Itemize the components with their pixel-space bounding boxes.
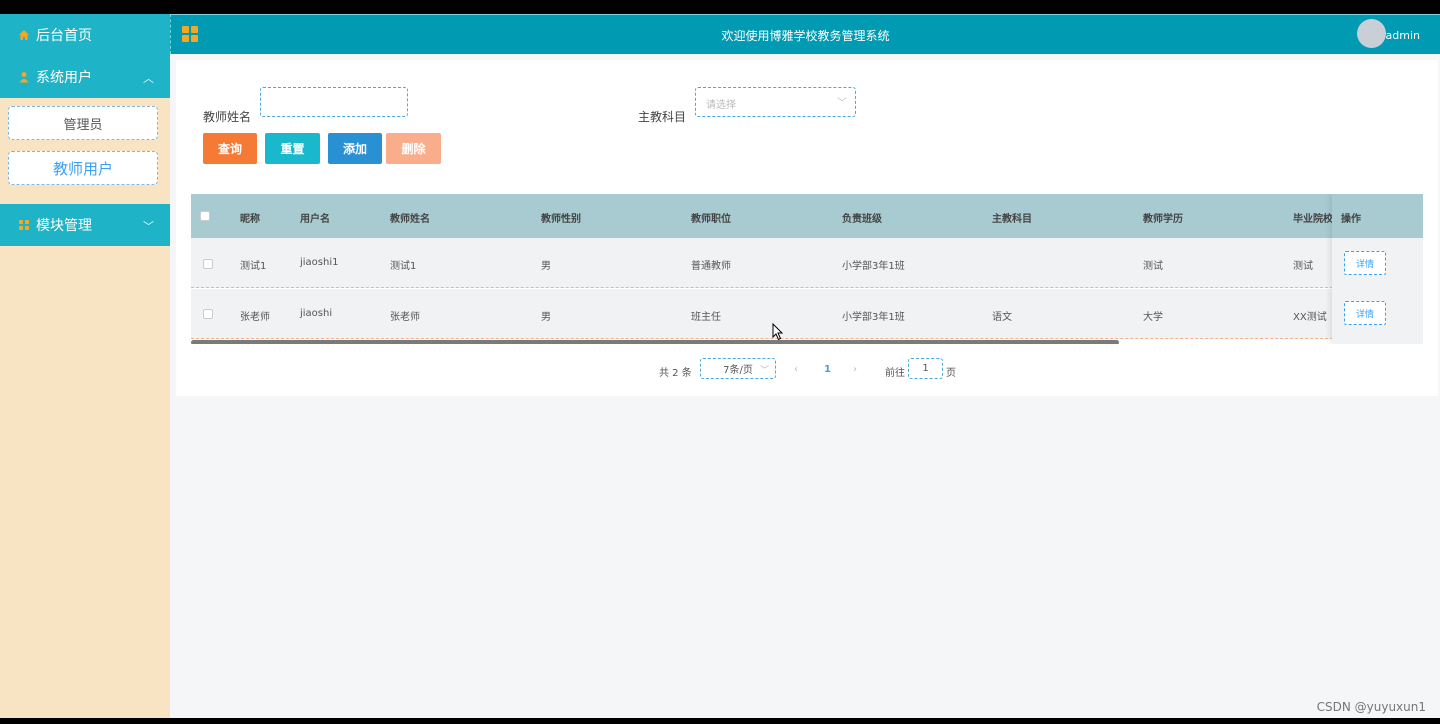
col-class[interactable]: 负责班级 <box>842 210 882 225</box>
col-gender[interactable]: 教师性别 <box>541 210 581 225</box>
col-position[interactable]: 教师职位 <box>691 210 731 225</box>
goto-page-input[interactable]: 1 <box>908 358 943 379</box>
detail-button[interactable]: 详情 <box>1344 301 1386 325</box>
page-unit-label: 页 <box>946 368 956 379</box>
col-teacher-name[interactable]: 教师姓名 <box>390 210 430 225</box>
cell-gender: 男 <box>541 312 551 323</box>
sidebar-item-admin[interactable]: 管理员 <box>8 106 158 140</box>
pagination: 共 2 条 7条/页 ﹀ ‹ 1 › 前往 1 页 <box>176 358 1438 382</box>
sidebar-item-teacher-users[interactable]: 教师用户 <box>8 151 158 185</box>
prev-page-icon[interactable]: ‹ <box>794 364 798 375</box>
total-count: 共 2 条 <box>659 368 692 379</box>
col-school[interactable]: 毕业院校 <box>1293 210 1333 225</box>
cell-school: 测试 <box>1293 261 1313 272</box>
chevron-down-icon: ﹀ <box>143 220 154 233</box>
cell-teacher-name: 张老师 <box>390 312 420 323</box>
cell-position: 普通教师 <box>691 261 731 272</box>
cell-education: 大学 <box>1143 312 1163 323</box>
row-checkbox[interactable] <box>203 259 213 269</box>
menu-home[interactable]: 后台首页 <box>0 14 170 56</box>
row-checkbox[interactable] <box>203 309 213 319</box>
cell-username: jiaoshi <box>300 308 333 319</box>
cell-nickname: 测试1 <box>240 261 267 272</box>
current-page[interactable]: 1 <box>824 364 831 375</box>
system-users-submenu: 管理员 教师用户 <box>0 98 170 204</box>
subject-label: 主教科目 <box>638 110 687 124</box>
delete-button[interactable]: 删除 <box>386 133 441 164</box>
top-bar: 欢迎使用博雅学校教务管理系统 admin <box>170 14 1440 54</box>
table-row[interactable]: 张老师 jiaoshi 张老师 男 班主任 小学部3年1班 语文 大学 XX测试 <box>191 289 1423 339</box>
col-nickname[interactable]: 昵称 <box>240 210 260 225</box>
chevron-down-icon: ﹀ <box>759 366 769 376</box>
menu-home-label: 后台首页 <box>36 28 92 44</box>
subject-placeholder: 请选择 <box>706 100 736 111</box>
col-subject[interactable]: 主教科目 <box>992 210 1032 225</box>
cell-nickname: 张老师 <box>240 312 270 323</box>
cell-education: 测试 <box>1143 261 1163 272</box>
goto-label: 前往 <box>885 368 905 379</box>
cell-subject: 语文 <box>992 312 1012 323</box>
goto-page-value: 1 <box>922 363 929 374</box>
cell-class: 小学部3年1班 <box>842 261 905 272</box>
grid-icon <box>18 219 30 231</box>
username-label[interactable]: admin <box>1386 29 1420 42</box>
col-action: 操作 <box>1341 214 1361 225</box>
horizontal-scrollbar[interactable] <box>191 340 1119 344</box>
add-button[interactable]: 添加 <box>328 133 382 164</box>
chevron-up-icon: ︿ <box>143 72 154 85</box>
app-window: 后台首页 系统用户 ︿ 管理员 教师用户 模块管理 ﹀ 欢迎使用博雅学校教务管理… <box>0 14 1440 718</box>
app-title: 欢迎使用博雅学校教务管理系统 <box>721 29 890 43</box>
cell-username: jiaoshi1 <box>300 257 339 268</box>
main-panel: 教师姓名 主教科目 请选择 ﹀ 查询 重置 添加 删除 昵称 用户名 教师姓名 … <box>176 60 1438 396</box>
teacher-name-input[interactable] <box>260 87 408 117</box>
subject-select[interactable]: 请选择 ﹀ <box>695 87 856 117</box>
reset-button[interactable]: 重置 <box>265 133 320 164</box>
select-all-checkbox[interactable] <box>200 211 210 221</box>
menu-system-users[interactable]: 系统用户 ︿ <box>0 56 170 98</box>
col-education[interactable]: 教师学历 <box>1143 210 1183 225</box>
watermark: CSDN @yuyuxun1 <box>1316 700 1426 714</box>
chevron-down-icon: ﹀ <box>837 98 847 109</box>
avatar[interactable] <box>1357 19 1386 48</box>
query-button[interactable]: 查询 <box>203 133 257 164</box>
user-icon <box>18 71 30 83</box>
sidebar: 后台首页 系统用户 ︿ 管理员 教师用户 模块管理 ﹀ <box>0 14 170 718</box>
table-header: 昵称 用户名 教师姓名 教师性别 教师职位 负责班级 主教科目 教师学历 毕业院… <box>191 194 1423 238</box>
detail-button[interactable]: 详情 <box>1344 251 1386 275</box>
menu-modules[interactable]: 模块管理 ﹀ <box>0 204 170 246</box>
mouse-cursor-icon <box>772 323 784 341</box>
cell-school: XX测试 <box>1293 312 1327 323</box>
menu-modules-label: 模块管理 <box>36 218 92 234</box>
cell-position: 班主任 <box>691 312 721 323</box>
cell-class: 小学部3年1班 <box>842 312 905 323</box>
cell-gender: 男 <box>541 261 551 272</box>
teacher-name-label: 教师姓名 <box>203 110 252 124</box>
menu-system-users-label: 系统用户 <box>36 70 92 86</box>
table-row[interactable]: 测试1 jiaoshi1 测试1 男 普通教师 小学部3年1班 测试 测试 <box>191 238 1423 288</box>
col-username[interactable]: 用户名 <box>300 210 330 225</box>
page-size-value: 7条/页 <box>723 365 753 376</box>
home-icon <box>18 29 30 41</box>
next-page-icon[interactable]: › <box>853 364 857 375</box>
teacher-table: 昵称 用户名 教师姓名 教师性别 教师职位 负责班级 主教科目 教师学历 毕业院… <box>191 194 1423 344</box>
cell-teacher-name: 测试1 <box>390 261 417 272</box>
page-size-select[interactable]: 7条/页 ﹀ <box>700 358 776 379</box>
